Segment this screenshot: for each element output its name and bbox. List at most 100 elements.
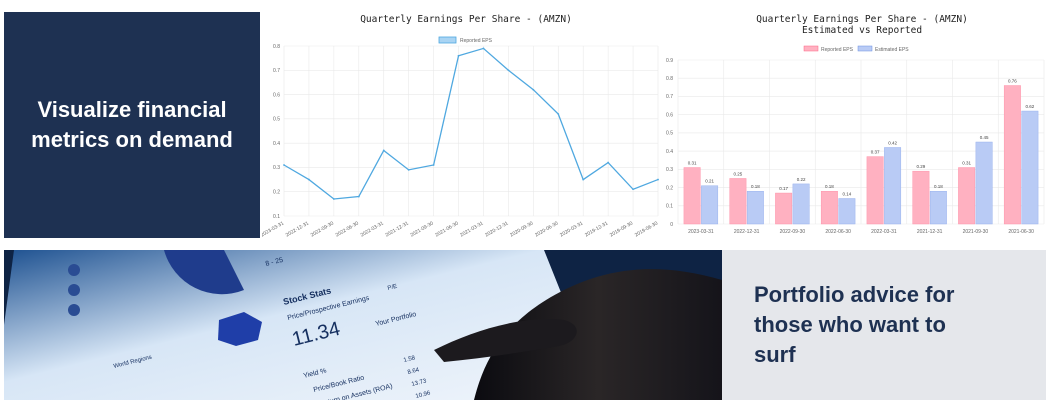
estimated-eps-bar xyxy=(1021,110,1039,225)
portfolio-headline: Portfolio advice for those who want to s… xyxy=(754,280,954,370)
bar-ytick-label: 0.7 xyxy=(666,94,673,100)
reported-eps-point xyxy=(283,164,285,166)
line-ytick-label: 0.5 xyxy=(273,117,280,123)
reported-eps-bar xyxy=(820,190,838,225)
bar-data-label: 0.25 xyxy=(734,171,743,176)
reported-eps-bar xyxy=(912,170,930,225)
bar-xtick-label: 2021-12-31 xyxy=(917,229,943,235)
line-xtick-label: 2022-06-30 xyxy=(335,220,360,238)
estimated-eps-bar xyxy=(975,141,993,225)
bar-data-label: 0.22 xyxy=(797,177,806,182)
line-ytick-label: 0.3 xyxy=(273,165,280,171)
line-xtick-label: 2019-06-30 xyxy=(634,220,659,238)
line-ytick-label: 0.6 xyxy=(273,92,280,98)
estimated-eps-bar xyxy=(884,147,902,225)
line-legend-label: Reported EPS xyxy=(460,38,493,44)
portfolio-headline-line-3: surf xyxy=(754,342,796,367)
reported-eps-point xyxy=(657,178,659,181)
bar-data-label: 0.45 xyxy=(980,135,989,140)
line-xtick-label: 2020-03-31 xyxy=(559,220,584,238)
line-xtick-label: 2019-12-31 xyxy=(584,220,609,238)
reported-eps-point xyxy=(507,69,510,72)
bar-data-label: 0.29 xyxy=(917,164,926,169)
line-legend-swatch xyxy=(438,36,457,44)
estimated-eps-bar xyxy=(838,198,856,225)
portfolio-banner: Portfolio advice for those who want to s… xyxy=(722,250,1046,400)
bar-legend-swatch-reported xyxy=(803,45,819,52)
reported-eps-point xyxy=(357,195,360,198)
bar-legend-label-estimated: Estimated EPS xyxy=(875,47,909,53)
reported-eps-point xyxy=(432,164,435,166)
bar-data-label: 0.18 xyxy=(751,184,760,189)
line-ytick-label: 0.7 xyxy=(273,68,280,74)
bar-data-label: 0.42 xyxy=(888,140,897,145)
bar-ytick-label: 0.5 xyxy=(666,131,673,137)
reported-eps-point xyxy=(308,178,310,181)
line-xtick-label: 2020-09-30 xyxy=(509,220,534,238)
bar-data-label: 0.18 xyxy=(825,184,834,189)
bar-data-label: 0.76 xyxy=(1008,79,1017,84)
reported-eps-point xyxy=(407,168,410,171)
bar-legend-label-reported: Reported EPS xyxy=(821,47,854,53)
bar-legend-swatch-estimated xyxy=(857,45,873,52)
bar-ytick-label: 0.9 xyxy=(666,58,673,64)
reported-eps-point xyxy=(557,113,560,115)
bar-xtick-label: 2022-03-31 xyxy=(871,229,897,235)
reported-eps-point xyxy=(332,198,335,200)
reported-eps-bar xyxy=(729,178,747,225)
reported-eps-point xyxy=(607,161,610,164)
line-chart-title: Quarterly Earnings Per Share - (AMZN) xyxy=(360,14,572,25)
visualize-headline-line-1: Visualize financial xyxy=(37,97,227,122)
reported-eps-bar xyxy=(1003,85,1021,225)
reported-eps-point xyxy=(632,188,634,191)
reported-eps-bar xyxy=(958,167,976,225)
bar-xtick-label: 2021-06-30 xyxy=(1008,229,1034,235)
line-xtick-label: 2020-12-31 xyxy=(484,220,509,238)
line-xtick-label: 2023-03-31 xyxy=(262,220,285,238)
portfolio-headline-line-1: Portfolio advice for xyxy=(754,282,955,307)
reported-eps-bar xyxy=(866,156,884,225)
bar-ytick-label: 0.3 xyxy=(666,167,673,173)
reported-eps-bar xyxy=(775,192,793,225)
estimated-eps-bar xyxy=(701,185,719,225)
bar-ytick-label: 0.8 xyxy=(666,76,673,82)
bar-xtick-label: 2022-09-30 xyxy=(780,229,806,235)
bar-ytick-label: 0.4 xyxy=(666,149,673,155)
tablet-photo: Stock Stats Price/Prospective Earnings 1… xyxy=(4,250,722,400)
bar-data-label: 0.14 xyxy=(842,191,851,196)
bar-data-label: 0.37 xyxy=(871,150,880,155)
bar-data-label: 0.21 xyxy=(705,179,714,184)
bar-xtick-label: 2021-09-30 xyxy=(963,229,989,235)
reported-eps-point xyxy=(482,47,485,50)
bar-xtick-label: 2023-03-31 xyxy=(688,229,714,235)
line-xtick-label: 2020-06-30 xyxy=(534,220,559,238)
line-ytick-label: 0.4 xyxy=(273,141,280,147)
bar-data-label: 0.17 xyxy=(779,186,788,191)
eps-bar-chart: Quarterly Earnings Per Share - (AMZN) Es… xyxy=(662,8,1046,240)
line-xtick-label: 2021-09-30 xyxy=(409,220,434,238)
reported-eps-bar xyxy=(683,167,701,225)
line-xtick-label: 2022-12-31 xyxy=(285,220,310,238)
line-ytick-label: 0.8 xyxy=(273,44,280,50)
bar-ytick-label: 0.6 xyxy=(666,112,673,118)
line-xtick-label: 2021-03-31 xyxy=(459,220,484,238)
estimated-eps-bar xyxy=(929,190,947,225)
bar-ytick-label: 0 xyxy=(670,222,673,228)
line-ytick-label: 0.2 xyxy=(273,190,280,196)
reported-eps-point xyxy=(532,88,535,91)
eps-line-chart: Quarterly Earnings Per Share - (AMZN) Re… xyxy=(260,8,660,240)
bar-chart-subtitle: Estimated vs Reported xyxy=(802,25,922,36)
bar-data-label: 0.31 xyxy=(962,161,971,166)
bar-ytick-label: 0.1 xyxy=(666,204,673,210)
bar-data-label: 0.18 xyxy=(934,184,943,189)
reported-eps-point xyxy=(382,149,385,152)
line-xtick-label: 2022-09-30 xyxy=(310,220,335,238)
bar-xtick-label: 2022-06-30 xyxy=(825,229,851,235)
line-xtick-label: 2019-09-30 xyxy=(609,220,634,238)
visualize-banner: Visualize financial metrics on demand xyxy=(4,12,260,238)
reported-eps-point xyxy=(457,54,460,57)
bar-xtick-label: 2022-12-31 xyxy=(734,229,760,235)
line-xtick-label: 2022-03-31 xyxy=(360,220,385,238)
bar-data-label: 0.31 xyxy=(688,161,697,166)
bar-ytick-label: 0.2 xyxy=(666,185,673,191)
